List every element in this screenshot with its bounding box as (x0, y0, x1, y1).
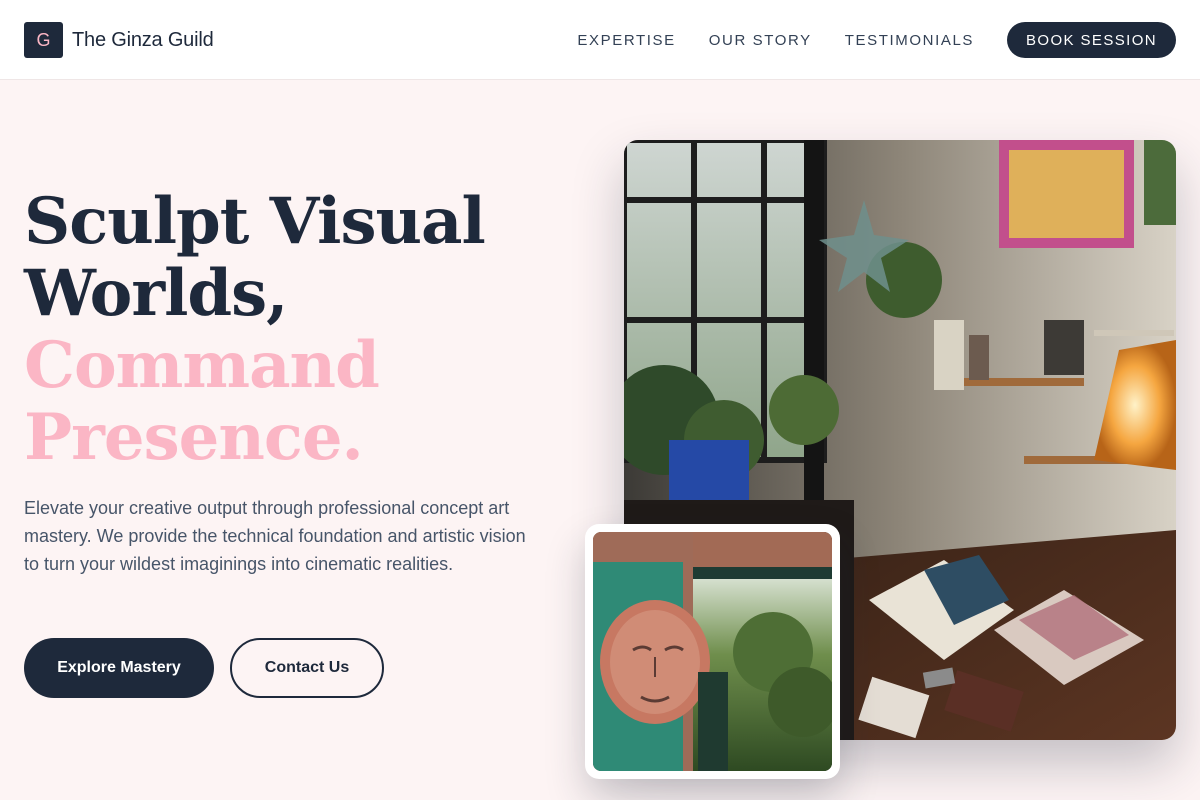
headline-line-1: Sculpt Visual (24, 184, 486, 259)
hero-headline: Sculpt Visual Worlds, Command Presence. (24, 184, 486, 475)
book-session-button[interactable]: BOOK SESSION (1007, 22, 1176, 58)
explore-mastery-button[interactable]: Explore Mastery (24, 638, 214, 698)
nav-link-our-story[interactable]: OUR STORY (709, 32, 812, 49)
mural-face-photo (593, 532, 832, 771)
brand[interactable]: G The Ginza Guild (24, 22, 214, 58)
nav-link-expertise[interactable]: EXPERTISE (577, 32, 675, 49)
inset-photo-card (585, 524, 840, 779)
site-header: G The Ginza Guild EXPERTISE OUR STORY TE… (0, 0, 1200, 80)
logo-icon: G (24, 22, 63, 58)
headline-line-2: Worlds, (24, 256, 288, 331)
brand-name: The Ginza Guild (72, 28, 214, 51)
nav-link-testimonials[interactable]: TESTIMONIALS (845, 32, 974, 49)
main-nav: EXPERTISE OUR STORY TESTIMONIALS BOOK SE… (577, 22, 1176, 58)
contact-us-button[interactable]: Contact Us (230, 638, 384, 698)
hero-lead-text: Elevate your creative output through pro… (24, 498, 526, 574)
headline-accent-line-2: Presence. (24, 400, 364, 475)
headline-accent-line-1: Command (24, 328, 380, 403)
